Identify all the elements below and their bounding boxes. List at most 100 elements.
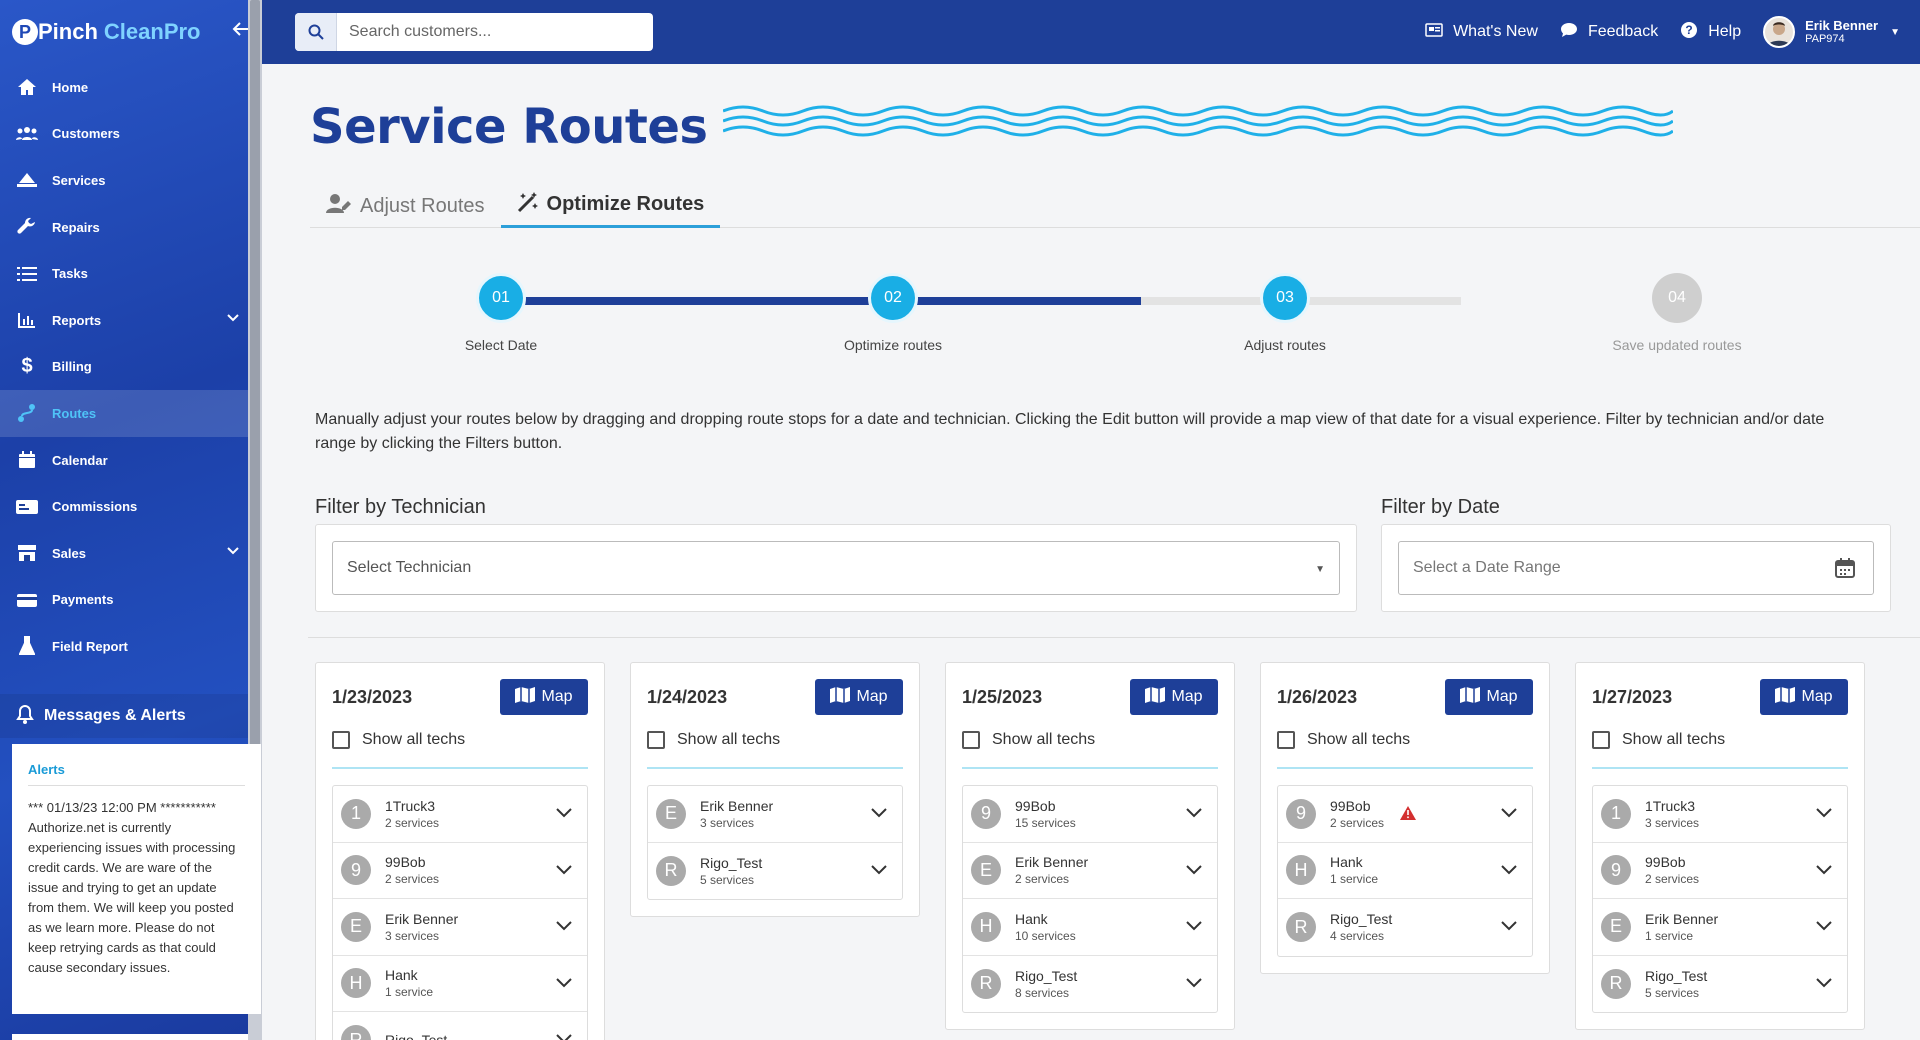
show-all-checkbox[interactable] xyxy=(1592,731,1610,749)
sidebar-item-billing[interactable]: $ Billing xyxy=(0,344,248,391)
tech-row[interactable]: H Hank 1 service xyxy=(333,956,587,1012)
tech-row[interactable]: 9 99Bob 2 services xyxy=(333,843,587,899)
tech-row[interactable]: H Hank 1 service xyxy=(1278,843,1532,899)
sidebar-item-tasks[interactable]: Tasks xyxy=(0,250,248,297)
chevron-down-icon[interactable] xyxy=(1185,863,1203,881)
chevron-down-icon[interactable] xyxy=(1815,976,1833,994)
tech-service-count: 3 services xyxy=(700,815,755,830)
chevron-down-icon[interactable] xyxy=(1815,806,1833,824)
show-all-techs-toggle[interactable]: Show all techs xyxy=(332,727,588,753)
sidebar-scrollbar[interactable] xyxy=(250,0,260,810)
chevron-down-icon[interactable] xyxy=(226,544,240,559)
chevron-down-icon[interactable] xyxy=(555,863,573,881)
show-all-checkbox[interactable] xyxy=(1277,731,1295,749)
tech-row[interactable]: 1 1Truck3 2 services xyxy=(333,786,587,843)
tech-service-count: 2 services xyxy=(385,815,440,830)
map-button[interactable]: Map xyxy=(1445,679,1533,715)
chevron-down-icon[interactable] xyxy=(226,311,240,326)
show-all-techs-toggle[interactable]: Show all techs xyxy=(1277,727,1533,753)
tech-row[interactable]: E Erik Benner 1 service xyxy=(1593,899,1847,956)
collapse-sidebar-icon[interactable] xyxy=(232,20,250,44)
tech-row[interactable]: H Hank 10 services xyxy=(963,899,1217,956)
show-all-techs-toggle[interactable]: Show all techs xyxy=(647,727,903,753)
chevron-down-icon[interactable] xyxy=(1185,919,1203,937)
tech-name: Rigo_Test xyxy=(1015,967,1078,984)
help-link[interactable]: ? Help xyxy=(1680,21,1741,44)
user-menu[interactable]: Erik Benner PAP974 ▼ xyxy=(1763,16,1900,48)
tech-row[interactable]: E Erik Benner 2 services xyxy=(963,843,1217,899)
chevron-down-icon[interactable] xyxy=(555,806,573,824)
messages-alerts-header[interactable]: Messages & Alerts xyxy=(0,694,248,738)
sidebar-item-payments[interactable]: Payments xyxy=(0,577,248,624)
tech-row[interactable]: R Rigo_Test xyxy=(333,1012,587,1040)
chevron-down-icon[interactable] xyxy=(555,1032,573,1040)
tech-row[interactable]: 9 99Bob 2 services xyxy=(1278,786,1532,843)
calendar-icon[interactable] xyxy=(1835,558,1855,583)
search-input[interactable] xyxy=(337,14,637,50)
tech-service-count: 1 service xyxy=(385,985,434,1000)
show-all-techs-toggle[interactable]: Show all techs xyxy=(1592,727,1848,753)
sidebar-item-label: Calendar xyxy=(52,452,108,468)
tech-name: Erik Benner xyxy=(1015,854,1089,871)
tech-row[interactable]: 1 1Truck3 3 services xyxy=(1593,786,1847,843)
chevron-down-icon[interactable] xyxy=(1185,806,1203,824)
sidebar-item-reports[interactable]: Reports xyxy=(0,297,248,344)
sidebar-item-routes[interactable]: Routes xyxy=(0,390,248,437)
chevron-down-icon[interactable] xyxy=(870,863,888,881)
day-card-header: 1/24/2023 Map xyxy=(647,679,903,715)
feedback-link[interactable]: Feedback xyxy=(1560,22,1658,43)
whats-new-label: What's New xyxy=(1453,23,1538,40)
map-button[interactable]: Map xyxy=(1760,679,1848,715)
map-button[interactable]: Map xyxy=(815,679,903,715)
sidebar-item-repairs[interactable]: Repairs xyxy=(0,204,248,251)
tech-row[interactable]: E Erik Benner 3 services xyxy=(333,899,587,956)
tech-row[interactable]: R Rigo_Test 5 services xyxy=(1593,956,1847,1013)
sidebar-item-services[interactable]: Services xyxy=(0,157,248,204)
tech-name: 99Bob xyxy=(1015,797,1056,814)
sidebar-item-calendar[interactable]: Calendar xyxy=(0,437,248,484)
tech-row[interactable]: R Rigo_Test 4 services xyxy=(1278,899,1532,956)
chevron-down-icon[interactable] xyxy=(1185,976,1203,994)
chevron-down-icon[interactable] xyxy=(870,806,888,824)
sidebar-item-label: Billing xyxy=(52,359,92,375)
tab-optimize-routes[interactable]: Optimize Routes xyxy=(500,184,721,228)
tech-name: Hank xyxy=(1330,854,1363,871)
tech-row[interactable]: E Erik Benner 3 services xyxy=(648,786,902,843)
tech-row[interactable]: 9 99Bob 15 services xyxy=(963,786,1217,843)
filter-date-box: Select a Date Range xyxy=(1381,524,1891,612)
search-icon[interactable] xyxy=(295,13,337,51)
tech-row[interactable]: 9 99Bob 2 services xyxy=(1593,843,1847,899)
alerts-panel: Alerts *** 01/13/23 12:00 PM ***********… xyxy=(12,744,261,1014)
tech-row[interactable]: R Rigo_Test 8 services xyxy=(963,956,1217,1013)
map-button[interactable]: Map xyxy=(500,679,588,715)
sidebar-item-home[interactable]: Home xyxy=(0,64,248,111)
brand-logo[interactable]: P Pinch CleanPro xyxy=(0,0,262,64)
map-button[interactable]: Map xyxy=(1130,679,1218,715)
sidebar-item-commissions[interactable]: Commissions xyxy=(0,483,248,530)
show-all-checkbox[interactable] xyxy=(962,731,980,749)
show-all-checkbox[interactable] xyxy=(647,731,665,749)
show-all-checkbox[interactable] xyxy=(332,731,350,749)
tech-initial-badge: R xyxy=(971,968,1001,999)
whats-new-link[interactable]: What's New xyxy=(1425,22,1538,42)
map-button-label: Map xyxy=(1486,688,1518,705)
alerts-title: Alerts xyxy=(28,762,245,786)
sidebar-item-field-report[interactable]: Field Report xyxy=(0,623,248,670)
tech-row[interactable]: R Rigo_Test 5 services xyxy=(648,843,902,900)
tech-initial-badge: E xyxy=(971,855,1001,886)
tab-adjust-routes[interactable]: Adjust Routes xyxy=(310,184,501,228)
sidebar-item-customers[interactable]: Customers xyxy=(0,111,248,158)
customers-icon xyxy=(16,123,38,145)
chevron-down-icon[interactable] xyxy=(555,919,573,937)
show-all-techs-toggle[interactable]: Show all techs xyxy=(962,727,1218,753)
chevron-down-icon[interactable] xyxy=(1500,919,1518,937)
question-icon: ? xyxy=(1680,21,1698,44)
technician-select[interactable]: Select Technician ▼ xyxy=(332,541,1340,595)
date-range-input[interactable]: Select a Date Range xyxy=(1398,541,1874,595)
chevron-down-icon[interactable] xyxy=(1815,863,1833,881)
chevron-down-icon[interactable] xyxy=(555,976,573,994)
chevron-down-icon[interactable] xyxy=(1815,919,1833,937)
chevron-down-icon[interactable] xyxy=(1500,806,1518,824)
sidebar-item-sales[interactable]: Sales xyxy=(0,530,248,577)
chevron-down-icon[interactable] xyxy=(1500,863,1518,881)
